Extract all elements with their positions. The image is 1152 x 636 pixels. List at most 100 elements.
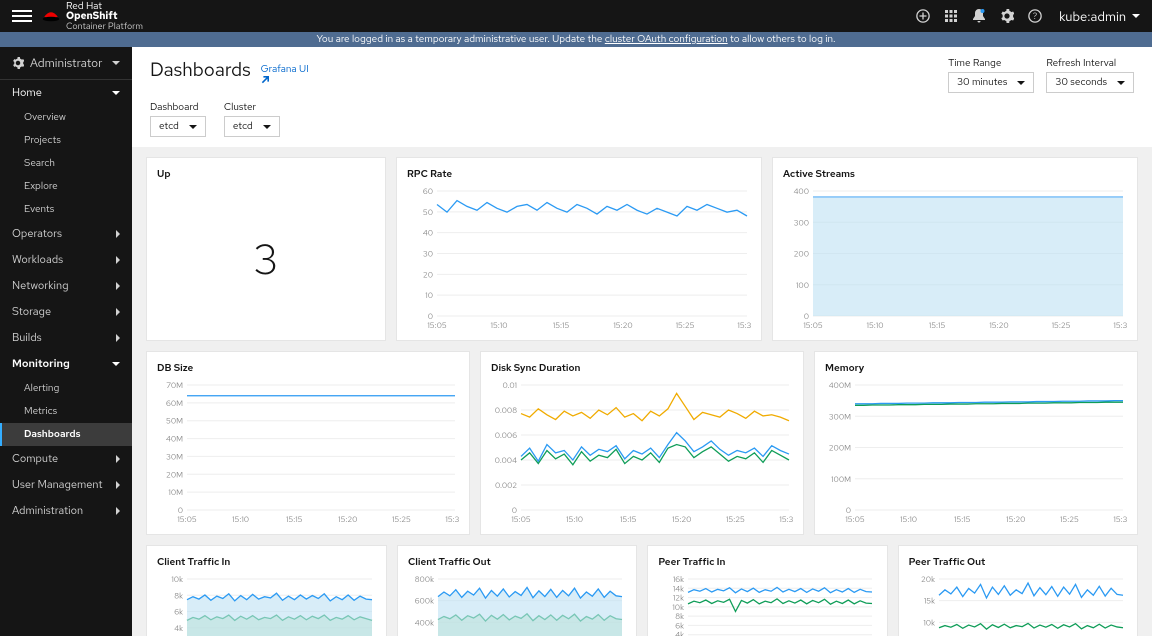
nav-monitoring[interactable]: Monitoring [0, 351, 132, 377]
user-name: kube:admin [1059, 8, 1126, 25]
svg-text:200M: 200M [829, 444, 851, 454]
svg-text:15:05: 15:05 [845, 515, 865, 524]
grafana-link[interactable]: Grafana UI [261, 63, 309, 84]
nav-home-sub: Overview Projects Search Explore Events [0, 106, 132, 221]
dashboard-label: Dashboard [150, 101, 206, 114]
svg-text:15:20: 15:20 [1006, 515, 1025, 524]
up-value: 3 [157, 187, 375, 330]
nav-networking[interactable]: Networking [0, 273, 132, 299]
svg-text:300M: 300M [829, 412, 851, 422]
svg-text:800k: 800k [415, 575, 434, 585]
nav-events[interactable]: Events [24, 198, 132, 221]
apps-icon[interactable] [937, 2, 965, 30]
svg-text:15:10: 15:10 [566, 515, 583, 524]
panel-db-size[interactable]: DB Size 010M20M30M40M50M60M70M15:0515:10… [146, 351, 470, 535]
svg-text:12k: 12k [673, 594, 684, 604]
cluster-label: Cluster [224, 101, 280, 114]
nav-administration[interactable]: Administration [0, 498, 132, 524]
caret-right-icon [116, 282, 120, 290]
page-title: Dashboards [150, 57, 251, 82]
nav-metrics[interactable]: Metrics [24, 400, 132, 423]
svg-text:15:10: 15:10 [232, 515, 249, 524]
nav-overview[interactable]: Overview [24, 106, 132, 129]
svg-text:10k: 10k [673, 603, 685, 613]
notifications-icon[interactable] [965, 2, 993, 30]
svg-text:15:15: 15:15 [954, 515, 971, 524]
svg-text:4k: 4k [174, 624, 183, 634]
caret-right-icon [116, 256, 120, 264]
svg-text:15:25: 15:25 [726, 515, 745, 524]
add-icon[interactable] [909, 2, 937, 30]
panel-peer-traffic-out[interactable]: Peer Traffic Out 5k10k15k20k15:0515:1015… [898, 545, 1138, 636]
caret-down-icon [112, 362, 120, 366]
svg-text:60M: 60M [166, 399, 183, 409]
svg-text:14k: 14k [673, 584, 684, 594]
nav-compute[interactable]: Compute [0, 446, 132, 472]
panel-peer-traffic-in[interactable]: Peer Traffic In 2k4k6k8k10k12k14k16k15:0… [647, 545, 887, 636]
dashboard-grid: Up 3 RPC Rate 010203040506015:0515:1015:… [132, 147, 1152, 636]
svg-text:8k: 8k [174, 591, 183, 601]
nav-operators[interactable]: Operators [0, 221, 132, 247]
svg-text:10k: 10k [171, 575, 183, 585]
caret-right-icon [116, 481, 120, 489]
svg-text:0.006: 0.006 [495, 431, 517, 441]
panel-client-traffic-in[interactable]: Client Traffic In 2k4k6k8k10k15:0515:101… [146, 545, 387, 636]
svg-text:15:15: 15:15 [929, 321, 946, 330]
svg-text:15:25: 15:25 [392, 515, 411, 524]
svg-text:30M: 30M [166, 452, 183, 462]
help-icon[interactable]: ? [1021, 2, 1049, 30]
cluster-select[interactable]: etcd [224, 116, 280, 137]
svg-text:20: 20 [423, 270, 433, 280]
caret-right-icon [116, 455, 120, 463]
svg-text:400: 400 [793, 187, 809, 197]
caret-right-icon [116, 230, 120, 238]
svg-text:15:30: 15:30 [1113, 321, 1127, 330]
svg-text:100: 100 [796, 281, 809, 291]
svg-text:0.002: 0.002 [495, 481, 517, 491]
svg-text:15k: 15k [923, 597, 934, 607]
svg-text:8k: 8k [676, 612, 685, 622]
nav-user-management[interactable]: User Management [0, 472, 132, 498]
svg-text:0.01: 0.01 [502, 381, 517, 391]
user-menu[interactable]: kube:admin [1059, 8, 1140, 25]
nav-home[interactable]: Home [0, 80, 132, 106]
caret-down-icon [1132, 14, 1140, 18]
nav-explore[interactable]: Explore [24, 175, 132, 198]
caret-down-icon [1017, 81, 1025, 85]
refresh-select[interactable]: 30 seconds [1046, 72, 1134, 93]
nav-projects[interactable]: Projects [24, 129, 132, 152]
svg-text:15:05: 15:05 [177, 515, 197, 524]
svg-text:20k: 20k [921, 575, 935, 585]
perspective-switcher[interactable]: Administrator [0, 47, 132, 80]
svg-text:15:20: 15:20 [672, 515, 691, 524]
svg-text:400k: 400k [415, 618, 435, 628]
refresh-label: Refresh Interval [1046, 57, 1134, 70]
nav-toggle-button[interactable] [12, 6, 32, 26]
panel-rpc-rate[interactable]: RPC Rate 010203040506015:0515:1015:1515:… [396, 157, 762, 341]
dashboard-select[interactable]: etcd [150, 116, 206, 137]
svg-text:50: 50 [423, 208, 433, 218]
caret-down-icon [1117, 81, 1125, 85]
settings-icon[interactable] [993, 2, 1021, 30]
panel-active-streams[interactable]: Active Streams 010020030040015:0515:1015… [772, 157, 1138, 341]
panel-client-traffic-out[interactable]: Client Traffic Out 200k400k600k800k15:05… [397, 545, 637, 636]
panel-disk-sync[interactable]: Disk Sync Duration 00.0020.0040.0060.008… [480, 351, 804, 535]
panel-memory[interactable]: Memory 0100M200M300M400M15:0515:1015:151… [814, 351, 1138, 535]
nav-storage[interactable]: Storage [0, 299, 132, 325]
brand-logo[interactable]: Red HatOpenShift Container Platform [42, 2, 143, 31]
nav-builds[interactable]: Builds [0, 325, 132, 351]
svg-text:15:25: 15:25 [1052, 321, 1071, 330]
oauth-config-link[interactable]: cluster OAuth configuration [605, 33, 728, 46]
svg-text:15:30: 15:30 [737, 321, 751, 330]
svg-text:10k: 10k [923, 618, 935, 628]
filter-row: Dashboard etcd Cluster etcd [132, 97, 1152, 147]
nav-dashboards[interactable]: Dashboards [0, 423, 132, 446]
svg-text:0.004: 0.004 [495, 456, 517, 466]
time-range-select[interactable]: 30 minutes [948, 72, 1034, 93]
svg-text:10M: 10M [168, 488, 183, 498]
svg-text:300: 300 [794, 218, 809, 228]
nav-search[interactable]: Search [24, 152, 132, 175]
nav-alerting[interactable]: Alerting [24, 377, 132, 400]
nav-workloads[interactable]: Workloads [0, 247, 132, 273]
svg-text:200: 200 [794, 250, 809, 260]
